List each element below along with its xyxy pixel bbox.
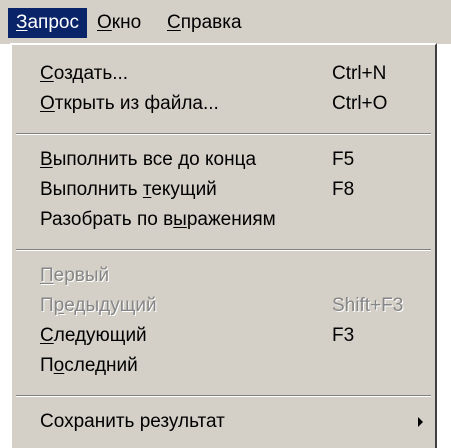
menu-okno[interactable]: Окно bbox=[89, 8, 149, 38]
menu-separator bbox=[16, 395, 431, 397]
menu-separator bbox=[16, 249, 431, 251]
shortcut-text: F5 bbox=[332, 149, 355, 170]
shortcut-text: Ctrl+N bbox=[332, 63, 387, 84]
menu-spravka[interactable]: Справка bbox=[159, 8, 250, 38]
shortcut-text: F8 bbox=[332, 179, 355, 200]
menu-item-parse-expressions[interactable]: Разобрать по выражениям bbox=[12, 205, 435, 235]
menu-item-create[interactable]: Создать... Ctrl+N bbox=[12, 59, 435, 89]
menu-item-label: Следующий bbox=[40, 325, 147, 346]
menu-item-run-current[interactable]: Выполнить текущий F8 bbox=[12, 175, 435, 205]
menu-item-run-all[interactable]: Выполнить все до конца F5 bbox=[12, 145, 435, 175]
shortcut-text: F3 bbox=[332, 325, 355, 346]
menu-item-save-result[interactable]: Сохранить результат bbox=[12, 407, 435, 437]
menu-item-label: Разобрать по выражениям bbox=[40, 209, 276, 230]
menu-item-label: Предыдущий bbox=[40, 295, 157, 316]
submenu-arrow-icon bbox=[418, 417, 423, 427]
menu-item-last[interactable]: Последний bbox=[12, 351, 435, 381]
menu-item-open-from-file[interactable]: Открыть из файла... Ctrl+O bbox=[12, 89, 435, 119]
menu-item-label: Открыть из файла... bbox=[40, 93, 219, 114]
menu-item-first: Первый bbox=[12, 261, 435, 291]
menu-item-previous: Предыдущий Shift+F3 bbox=[12, 291, 435, 321]
menu-item-label: Создать... bbox=[40, 63, 129, 84]
menu-item-label: Сохранить результат bbox=[40, 411, 225, 432]
menu-separator bbox=[16, 133, 431, 135]
menu-item-label: Первый bbox=[40, 265, 110, 286]
menu-zapros[interactable]: Запрос bbox=[8, 8, 87, 38]
shortcut-text: Ctrl+O bbox=[332, 93, 388, 114]
query-dropdown-menu: Создать... Ctrl+N Открыть из файла... Ct… bbox=[10, 43, 437, 448]
menu-item-next[interactable]: Следующий F3 bbox=[12, 321, 435, 351]
menu-item-label: Последний bbox=[40, 355, 138, 376]
menu-item-label: Выполнить текущий bbox=[40, 179, 217, 200]
shortcut-text: Shift+F3 bbox=[332, 295, 404, 316]
menu-bar: Запрос Окно Справка bbox=[0, 0, 451, 44]
menu-item-label: Выполнить все до конца bbox=[40, 149, 257, 170]
